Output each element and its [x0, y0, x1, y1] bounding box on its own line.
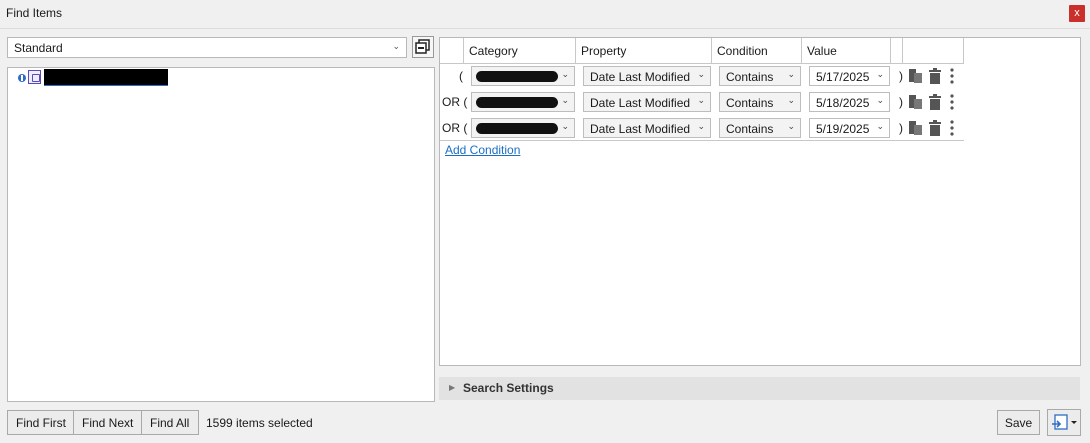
- chevron-down-icon: ⌄: [561, 121, 569, 131]
- property-dropdown[interactable]: Date Last Modified ⌄: [583, 92, 711, 112]
- copy-icon[interactable]: [909, 68, 923, 84]
- property-dropdown[interactable]: Date Last Modified ⌄: [583, 118, 711, 138]
- property-value: Date Last Modified: [590, 96, 691, 110]
- trash-icon[interactable]: [928, 68, 942, 84]
- property-dropdown[interactable]: Date Last Modified ⌄: [583, 66, 711, 86]
- header-value: Value: [802, 38, 891, 64]
- header-blank: [440, 38, 464, 64]
- condition-value: Contains: [726, 122, 774, 136]
- add-condition-link[interactable]: Add Condition: [445, 143, 520, 157]
- chevron-down-icon: ⌄: [697, 95, 705, 105]
- logic-operator: OR (: [442, 121, 468, 135]
- chevron-down-icon: ⌄: [876, 121, 884, 131]
- search-mode-select[interactable]: Standard ⌄: [7, 37, 407, 58]
- header-paren: [891, 38, 903, 64]
- divider: [0, 28, 1090, 29]
- more-vertical-icon[interactable]: [948, 68, 956, 84]
- header-property: Property: [576, 38, 712, 64]
- trash-icon[interactable]: [928, 94, 942, 110]
- value-text: 5/17/2025: [816, 70, 870, 84]
- redacted-value: [476, 71, 558, 82]
- category-dropdown[interactable]: ⌄: [471, 118, 575, 138]
- duplicate-icon: [415, 39, 430, 54]
- value-dropdown[interactable]: 5/19/2025 ⌄: [809, 118, 890, 138]
- chevron-down-icon: ⌄: [787, 69, 795, 79]
- condition-value: Contains: [726, 96, 774, 110]
- header-condition: Condition: [712, 38, 802, 64]
- chevron-down-icon: ⌄: [876, 69, 884, 79]
- condition-row: ( ⌄ Date Last Modified ⌄ Contains ⌄ 5/17…: [440, 63, 964, 89]
- value-dropdown[interactable]: 5/17/2025 ⌄: [809, 66, 890, 86]
- close-paren: ): [899, 95, 903, 109]
- condition-row: OR ( ⌄ Date Last Modified ⌄ Contains ⌄ 5…: [440, 115, 964, 141]
- chevron-down-icon: ⌄: [697, 121, 705, 131]
- more-vertical-icon[interactable]: [948, 120, 956, 136]
- copy-selection-button[interactable]: [412, 36, 434, 58]
- export-button[interactable]: [1047, 409, 1081, 436]
- chevron-down-icon: ⌄: [876, 95, 884, 105]
- copy-icon[interactable]: [909, 120, 923, 136]
- category-dropdown[interactable]: ⌄: [471, 66, 575, 86]
- redacted-value: [476, 123, 558, 134]
- find-all-button[interactable]: Find All: [141, 410, 199, 435]
- grid-divider: [440, 140, 964, 141]
- category-dropdown[interactable]: ⌄: [471, 92, 575, 112]
- conditions-grid: Category Property Condition Value ( ⌄ Da…: [439, 37, 1081, 366]
- find-first-button[interactable]: Find First: [7, 410, 74, 435]
- export-icon: [1052, 414, 1077, 430]
- chevron-down-icon: ⌄: [697, 69, 705, 79]
- chevron-down-icon: ⌄: [561, 69, 569, 79]
- chevron-down-icon: ⌄: [561, 95, 569, 105]
- search-settings-toggle[interactable]: ▶ Search Settings: [439, 377, 1080, 400]
- condition-value: Contains: [726, 70, 774, 84]
- search-mode-value: Standard: [14, 41, 63, 55]
- trash-icon[interactable]: [928, 120, 942, 136]
- value-text: 5/18/2025: [816, 96, 870, 110]
- model-file-icon: [28, 70, 41, 84]
- grid-header: Category Property Condition Value: [440, 38, 964, 64]
- selection-tree: [7, 67, 435, 402]
- condition-dropdown[interactable]: Contains ⌄: [719, 92, 801, 112]
- find-next-button[interactable]: Find Next: [73, 410, 142, 435]
- header-actions: [903, 38, 964, 64]
- property-value: Date Last Modified: [590, 122, 691, 136]
- condition-dropdown[interactable]: Contains ⌄: [719, 118, 801, 138]
- value-dropdown[interactable]: 5/18/2025 ⌄: [809, 92, 890, 112]
- logic-operator: (: [459, 69, 463, 83]
- window-title: Find Items: [6, 6, 63, 20]
- logic-operator: OR (: [442, 95, 468, 109]
- expand-icon[interactable]: [18, 74, 26, 82]
- redacted-value: [476, 97, 558, 108]
- tree-item-redacted[interactable]: [44, 69, 168, 85]
- value-text: 5/19/2025: [816, 122, 870, 136]
- more-vertical-icon[interactable]: [948, 94, 956, 110]
- title-bar: Find Items x: [0, 0, 1090, 28]
- save-button[interactable]: Save: [997, 410, 1040, 435]
- chevron-down-icon: ⌄: [392, 41, 400, 51]
- header-category: Category: [464, 38, 576, 64]
- close-paren: ): [899, 121, 903, 135]
- copy-icon[interactable]: [909, 94, 923, 110]
- close-button[interactable]: x: [1069, 5, 1085, 22]
- status-text: 1599 items selected: [206, 416, 313, 430]
- chevron-down-icon: ⌄: [787, 121, 795, 131]
- condition-row: OR ( ⌄ Date Last Modified ⌄ Contains ⌄ 5…: [440, 89, 964, 115]
- chevron-down-icon: ⌄: [787, 95, 795, 105]
- close-paren: ): [899, 69, 903, 83]
- property-value: Date Last Modified: [590, 70, 691, 84]
- condition-dropdown[interactable]: Contains ⌄: [719, 66, 801, 86]
- search-settings-label: Search Settings: [463, 381, 554, 395]
- tree-item-underline: [44, 85, 168, 86]
- expand-triangle-icon: ▶: [449, 383, 456, 392]
